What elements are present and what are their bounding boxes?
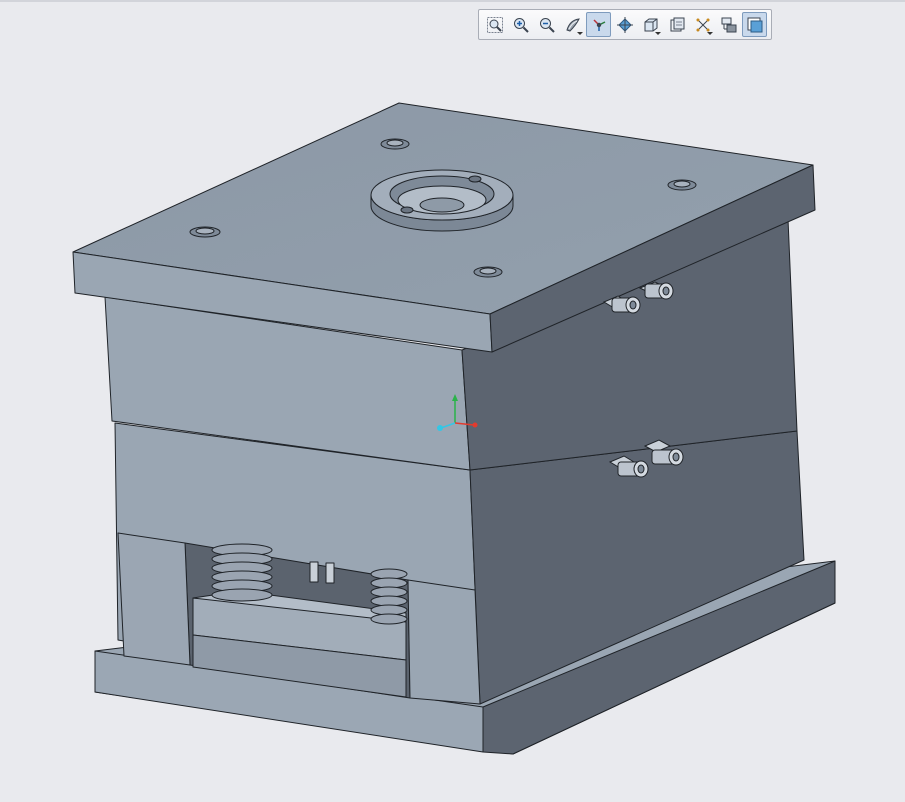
layers-icon <box>670 17 684 31</box>
view-manager-button[interactable] <box>716 12 741 37</box>
zoom-out-button[interactable] <box>534 12 559 37</box>
chevron-down-icon <box>707 32 713 35</box>
layers-button[interactable] <box>664 12 689 37</box>
datum-display-button[interactable] <box>586 12 611 37</box>
model-3d-view[interactable] <box>0 0 905 798</box>
zoom-in-button[interactable] <box>508 12 533 37</box>
zoom-fit-icon <box>486 16 503 33</box>
spin-center-button[interactable] <box>612 12 637 37</box>
saved-views-icon <box>644 18 657 31</box>
locating-ring <box>370 169 514 232</box>
graphics-area[interactable] <box>0 0 905 798</box>
appearance-button[interactable] <box>742 12 767 37</box>
zoom-out-icon <box>539 17 555 33</box>
annotation-display-icon <box>696 18 709 31</box>
zoom-in-icon <box>513 17 529 33</box>
datum-display-icon <box>592 18 605 31</box>
saved-views-button[interactable] <box>638 12 663 37</box>
display-style-icon <box>565 17 580 32</box>
appearance-icon <box>747 17 762 32</box>
annotation-display-button[interactable] <box>690 12 715 37</box>
view-manager-icon <box>721 17 736 32</box>
chevron-down-icon <box>655 32 661 35</box>
graphics-toolbar <box>478 9 772 40</box>
zoom-fit-button[interactable] <box>482 12 507 37</box>
display-style-button[interactable] <box>560 12 585 37</box>
spin-center-icon <box>616 16 633 33</box>
chevron-down-icon <box>577 32 583 35</box>
spring-left <box>211 543 273 602</box>
